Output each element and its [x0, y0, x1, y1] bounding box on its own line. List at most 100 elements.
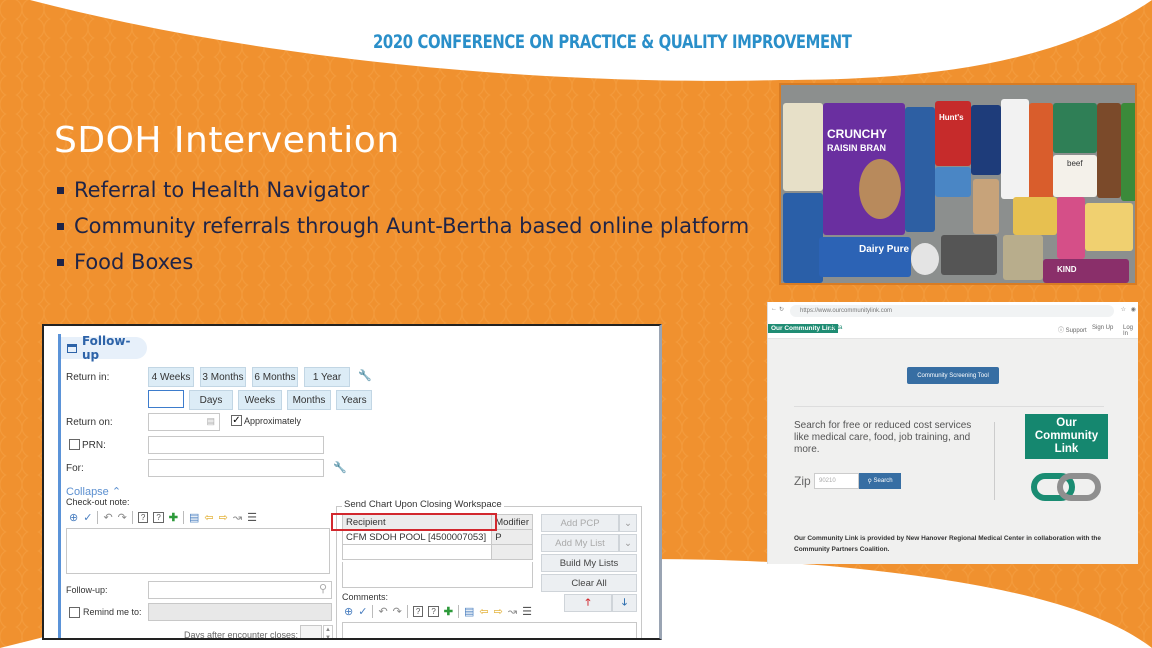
profile-icon[interactable]: ◉	[1131, 306, 1136, 313]
6-months-button[interactable]: 6 Months	[252, 367, 298, 387]
table-row[interactable]: CFM SDOH POOL [4500007053] P	[341, 529, 533, 545]
remind-label: Remind me to:	[83, 607, 142, 617]
chevron-down-icon: ⌄	[624, 537, 632, 549]
add-my-list-button[interactable]: Add My List	[541, 534, 619, 552]
undo-icon[interactable]: ↶	[378, 605, 387, 618]
days-after-label: Days after encounter closes:	[184, 630, 299, 640]
chevron-down-icon: ⌄	[624, 517, 632, 529]
link-icon[interactable]: ↝	[233, 511, 242, 524]
bullet-square-icon	[57, 222, 64, 230]
search-button[interactable]: ⚲ Search	[859, 473, 901, 489]
arrow-up-icon: 🡑	[585, 597, 591, 608]
followup-input[interactable]: ⚲	[148, 581, 332, 599]
smarttext-icon[interactable]: ?	[153, 512, 164, 523]
weeks-button[interactable]: Weeks	[238, 390, 282, 410]
snack-pack	[1057, 197, 1085, 259]
redo-icon[interactable]: ↷	[393, 605, 402, 618]
days-spinner[interactable]: ▲ ▼	[323, 625, 333, 638]
zip-input[interactable]: 90210	[814, 473, 859, 489]
move-down-button[interactable]: 🡓	[612, 594, 637, 612]
add-my-list-dropdown[interactable]: ⌄	[619, 534, 637, 552]
browser-address-bar: ← ↻ https://www.ourcommunitylink.com ☆ ◉	[768, 302, 1138, 320]
calendar-icon[interactable]: ▤	[206, 416, 215, 427]
days-button[interactable]: Days	[189, 390, 233, 410]
1-year-button[interactable]: 1 Year	[304, 367, 350, 387]
our-community-link-logo: Our Community Link	[1025, 414, 1108, 459]
list-icon[interactable]: ☰	[247, 511, 257, 524]
arrow-right-icon[interactable]: ⇨	[494, 605, 503, 618]
redo-icon[interactable]: ↷	[118, 511, 127, 524]
remind-checkbox[interactable]	[69, 607, 80, 618]
support-link[interactable]: ⓘ Support	[1058, 325, 1087, 334]
kind-bars: KIND	[1043, 259, 1129, 283]
raisin-bran-box: CRUNCHY RAISIN BRAN	[823, 103, 905, 235]
for-label: For:	[66, 463, 84, 474]
back-icon[interactable]: ←	[771, 306, 777, 312]
arrow-left-icon[interactable]: ⇦	[479, 605, 488, 618]
login-link[interactable]: Log In	[1123, 325, 1138, 337]
arrow-right-icon[interactable]: ⇨	[219, 511, 228, 524]
move-up-button[interactable]: 🡑	[564, 594, 612, 612]
followup-tab[interactable]: Follow-up	[61, 334, 147, 362]
months-button[interactable]: Months	[287, 390, 331, 410]
prn-input[interactable]	[148, 436, 324, 454]
soup-can	[1029, 103, 1053, 201]
add-pcp-button[interactable]: Add PCP	[541, 514, 619, 532]
spellcheck-icon[interactable]: ✓	[358, 605, 367, 618]
bullet-item: Referral to Health Navigator	[57, 172, 749, 208]
3-months-button[interactable]: 3 Months	[200, 367, 246, 387]
build-my-lists-button[interactable]: Build My Lists	[541, 554, 637, 572]
table-row[interactable]	[341, 544, 533, 560]
prn-checkbox[interactable]	[69, 439, 80, 450]
help-icon[interactable]: ?	[137, 512, 149, 523]
arrow-down-icon: 🡓	[622, 597, 627, 608]
website-nav: Our Community Link Beta ⓘ Support Sign U…	[768, 320, 1138, 339]
green-beans-can	[1053, 103, 1097, 153]
modifier-column-header[interactable]: Modifier	[491, 514, 533, 530]
arrow-left-icon[interactable]: ⇦	[204, 511, 213, 524]
zoom-icon[interactable]: ⊕	[344, 605, 353, 618]
list-icon[interactable]: ☰	[522, 605, 532, 618]
followup-label: Follow-up:	[66, 585, 108, 595]
signup-link[interactable]: Sign Up	[1092, 325, 1113, 331]
noodle-soup	[1013, 197, 1057, 235]
zip-label: Zip	[794, 474, 811, 488]
insert-icon[interactable]: ▤	[464, 605, 474, 618]
comments-textarea[interactable]	[342, 622, 637, 638]
rice-bag	[1001, 99, 1029, 199]
checkout-note-textarea[interactable]	[66, 528, 330, 574]
divider	[794, 406, 1104, 407]
undo-icon[interactable]: ↶	[103, 511, 112, 524]
add-icon[interactable]: ✚	[444, 605, 453, 618]
community-screening-tool-button[interactable]: Community Screening Tool	[907, 367, 999, 384]
approximately-checkbox[interactable]: ✓	[231, 415, 242, 426]
link-icon[interactable]: ↝	[508, 605, 517, 618]
zoom-icon[interactable]: ⊕	[69, 511, 78, 524]
peas-can	[1121, 103, 1135, 201]
bullet-square-icon	[57, 186, 64, 194]
wrench-icon[interactable]: 🔧	[358, 369, 372, 382]
add-pcp-dropdown[interactable]: ⌄	[619, 514, 637, 532]
brand-logo[interactable]: Our Community Link	[768, 324, 839, 333]
star-icon[interactable]: ☆	[1121, 306, 1126, 313]
add-icon[interactable]: ✚	[169, 511, 178, 524]
clear-all-button[interactable]: Clear All	[541, 574, 637, 592]
4-weeks-button[interactable]: 4 Weeks	[148, 367, 194, 387]
remind-input[interactable]	[148, 603, 332, 621]
for-input[interactable]	[148, 459, 324, 477]
return-in-number-input[interactable]	[148, 390, 184, 408]
search-icon[interactable]: ⚲	[319, 582, 327, 595]
return-in-label: Return in:	[66, 372, 110, 383]
website-footer-text: Our Community Link is provided by New Ha…	[794, 535, 1101, 553]
spellcheck-icon[interactable]: ✓	[83, 511, 92, 524]
return-on-date-input[interactable]: ▤	[148, 413, 220, 431]
insert-icon[interactable]: ▤	[189, 511, 199, 524]
peanut-butter-jar	[973, 179, 999, 234]
days-after-input[interactable]	[300, 625, 322, 638]
help-icon[interactable]: ?	[412, 606, 424, 617]
reload-icon[interactable]: ↻	[779, 306, 784, 313]
smarttext-icon[interactable]: ?	[428, 606, 439, 617]
url-field[interactable]: https://www.ourcommunitylink.com	[790, 305, 1114, 317]
years-button[interactable]: Years	[336, 390, 372, 410]
wrench-icon[interactable]: 🔧	[333, 461, 347, 474]
